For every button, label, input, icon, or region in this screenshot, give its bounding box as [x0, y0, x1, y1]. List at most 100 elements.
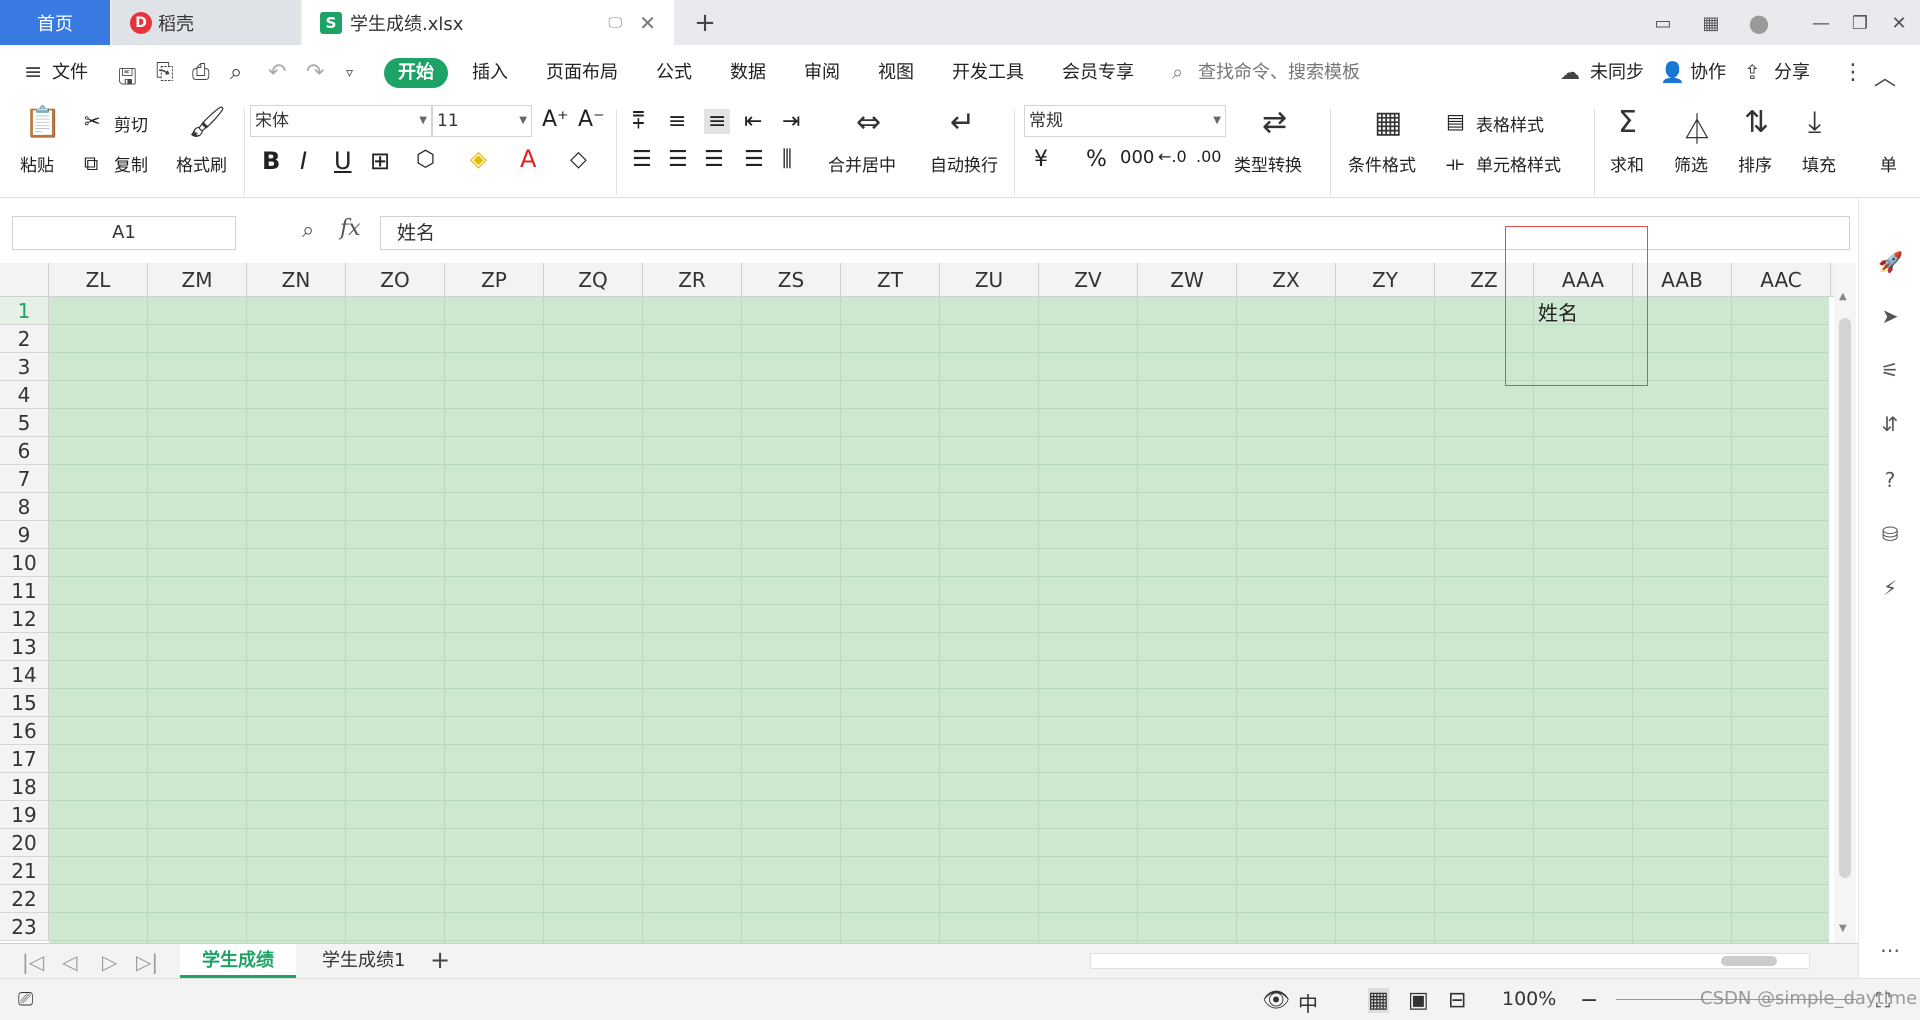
merge-center-button[interactable]: 合并居中 — [828, 151, 896, 176]
column-header[interactable]: ZS — [742, 263, 841, 297]
cursor-icon[interactable]: ➤ — [1878, 304, 1902, 328]
decrease-decimal-icon[interactable]: .00 — [1196, 147, 1221, 166]
row-header[interactable]: 21 — [0, 857, 49, 885]
decrease-font-icon[interactable]: A⁻ — [578, 107, 605, 132]
close-window-icon[interactable]: ✕ — [1884, 8, 1914, 38]
first-sheet-icon[interactable]: |◁ — [22, 950, 44, 974]
sheet-tab-1[interactable]: 学生成绩 — [180, 944, 296, 978]
menu-insert[interactable]: 插入 — [472, 58, 508, 88]
input-method-icon[interactable]: 中 — [1298, 988, 1318, 1017]
page-icon[interactable]: ▭ — [1648, 8, 1678, 38]
name-box[interactable]: A1 — [12, 216, 236, 250]
column-header[interactable]: ZT — [841, 263, 940, 297]
monitor-icon[interactable]: 🖵 — [609, 15, 623, 31]
row-header[interactable]: 22 — [0, 885, 49, 913]
paste-icon[interactable]: 📋 — [24, 105, 61, 140]
zoom-out-icon[interactable]: − — [1580, 988, 1598, 1013]
row-header[interactable]: 11 — [0, 577, 49, 605]
page-layout-view-icon[interactable]: ▣ — [1408, 988, 1429, 1013]
next-sheet-icon[interactable]: ▷ — [102, 950, 117, 974]
column-header[interactable]: ZV — [1039, 263, 1138, 297]
transfer-icon[interactable]: ⇵ — [1878, 412, 1902, 436]
row-header[interactable]: 16 — [0, 717, 49, 745]
column-header[interactable]: ZP — [445, 263, 544, 297]
row-header[interactable]: 8 — [0, 493, 49, 521]
indent-decrease-icon[interactable]: ⇤ — [744, 109, 762, 134]
save-icon[interactable]: 🖫 — [118, 60, 137, 98]
currency-icon[interactable]: ¥ — [1034, 147, 1048, 172]
increase-decimal-icon[interactable]: ←.0 — [1158, 147, 1187, 166]
column-header[interactable]: ZW — [1138, 263, 1237, 297]
menu-file[interactable]: 文件 — [52, 58, 88, 88]
row-header[interactable]: 13 — [0, 633, 49, 661]
eye-protect-icon[interactable]: 👁 — [1262, 988, 1290, 1013]
thousands-icon[interactable]: 000 — [1120, 147, 1154, 168]
tab-home[interactable]: 首页 — [0, 0, 110, 45]
paste-button[interactable]: 粘贴 — [20, 151, 54, 176]
select-all-corner[interactable] — [0, 263, 49, 297]
menu-member[interactable]: 会员专享 — [1062, 58, 1134, 88]
share-button[interactable]: 分享 — [1774, 58, 1810, 88]
font-name-select[interactable]: 宋体 ▼ — [250, 105, 432, 137]
scroll-up-icon[interactable]: ▲ — [1839, 291, 1847, 302]
scroll-down-icon[interactable]: ▼ — [1839, 923, 1847, 934]
indent-increase-icon[interactable]: ⇥ — [782, 109, 800, 134]
italic-icon[interactable]: I — [300, 147, 307, 175]
row-header[interactable]: 12 — [0, 605, 49, 633]
table-style-button[interactable]: 表格样式 — [1476, 111, 1544, 136]
row-header[interactable]: 23 — [0, 913, 49, 941]
cell-style-icon[interactable]: ⬡ — [416, 147, 435, 172]
column-header[interactable]: ZN — [247, 263, 346, 297]
normal-view-icon[interactable]: ▦ — [1368, 988, 1389, 1013]
column-header[interactable]: ZY — [1336, 263, 1435, 297]
vertical-scroll-thumb[interactable] — [1839, 318, 1851, 878]
prev-sheet-icon[interactable]: ◁ — [62, 950, 77, 974]
page-break-view-icon[interactable]: ⊟ — [1448, 988, 1466, 1013]
undo-icon[interactable]: ↶ — [268, 60, 286, 85]
store-icon[interactable]: ⛁ — [1878, 522, 1902, 546]
row-header[interactable]: 3 — [0, 353, 49, 381]
column-header[interactable]: ZM — [148, 263, 247, 297]
sheet-tab-2[interactable]: 学生成绩1 — [300, 944, 427, 978]
more-icon[interactable]: ⋮ — [1842, 60, 1864, 85]
row-header[interactable]: 10 — [0, 549, 49, 577]
menu-start[interactable]: 开始 — [384, 58, 448, 88]
avatar[interactable]: ● — [1744, 8, 1774, 38]
customize-dropdown-icon[interactable]: ▿ — [346, 65, 353, 81]
last-sheet-icon[interactable]: ▷| — [136, 950, 158, 974]
row-header[interactable]: 6 — [0, 437, 49, 465]
column-header[interactable]: ZR — [643, 263, 742, 297]
distribute-icon[interactable]: ⫼ — [782, 147, 792, 172]
horizontal-scrollbar[interactable] — [1090, 953, 1810, 969]
export-icon[interactable]: ⎘ — [156, 60, 174, 85]
rocket-icon[interactable]: 🚀 — [1878, 250, 1903, 274]
align-middle-icon[interactable]: ≡ — [668, 109, 686, 134]
filter-button[interactable]: 筛选 — [1674, 151, 1708, 176]
row-header[interactable]: 9 — [0, 521, 49, 549]
fx-icon[interactable]: fx — [340, 216, 361, 241]
align-center-icon[interactable]: ☰ — [668, 147, 688, 172]
column-header[interactable]: ZU — [940, 263, 1039, 297]
align-right-icon[interactable]: ☰ — [704, 147, 724, 172]
column-header[interactable]: ZO — [346, 263, 445, 297]
row-header[interactable]: 17 — [0, 745, 49, 773]
row-header[interactable]: 18 — [0, 773, 49, 801]
clear-icon[interactable]: ◇ — [570, 147, 587, 172]
wrap-text-button[interactable]: 自动换行 — [930, 151, 998, 176]
fill-color-icon[interactable]: ◈ — [470, 147, 487, 172]
column-header[interactable]: ZX — [1237, 263, 1336, 297]
row-header[interactable]: 20 — [0, 829, 49, 857]
menu-page-layout[interactable]: 页面布局 — [546, 58, 618, 88]
bold-icon[interactable]: B — [262, 147, 280, 175]
font-color-icon[interactable]: A — [520, 145, 536, 173]
hamburger-icon[interactable]: ≡ — [24, 60, 42, 85]
vertical-scrollbar[interactable]: ▲ ▼ — [1834, 263, 1856, 943]
cut-button[interactable]: 剪切 — [114, 111, 148, 136]
type-convert-button[interactable]: 类型转换 — [1234, 151, 1302, 176]
collapse-ribbon-icon[interactable]: ︿ — [1874, 60, 1896, 92]
tab-file[interactable]: S 学生成绩.xlsx 🖵 ✕ — [302, 0, 674, 45]
menu-data[interactable]: 数据 — [730, 58, 766, 88]
underline-icon[interactable]: U — [334, 147, 352, 175]
conditional-format-button[interactable]: 条件格式 — [1348, 151, 1416, 176]
justify-icon[interactable]: ☰ — [744, 147, 764, 172]
